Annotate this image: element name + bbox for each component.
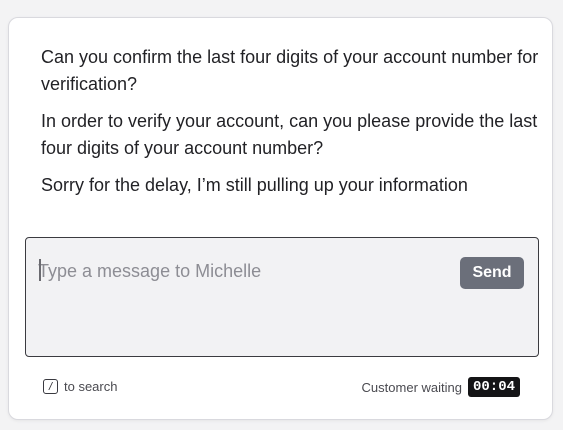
slash-key-icon: / (43, 379, 58, 394)
message-input[interactable] (38, 258, 438, 284)
waiting-timer: 00:04 (467, 377, 520, 397)
shortcut-label: to search (64, 379, 118, 394)
suggested-reply[interactable]: Can you confirm the last four digits of … (41, 44, 541, 98)
customer-waiting-status: Customer waiting 00:04 (362, 377, 520, 397)
waiting-label: Customer waiting (361, 379, 462, 395)
reply-panel: Can you confirm the last four digits of … (8, 17, 553, 420)
send-button[interactable]: Send (460, 257, 524, 289)
message-composer: Send (25, 237, 539, 357)
text-caret (39, 259, 41, 281)
suggested-replies: Can you confirm the last four digits of … (41, 44, 541, 209)
suggested-reply[interactable]: Sorry for the delay, I’m still pulling u… (41, 172, 541, 199)
suggested-reply[interactable]: In order to verify your account, can you… (41, 108, 541, 162)
search-shortcut-hint: / to search (43, 379, 117, 394)
